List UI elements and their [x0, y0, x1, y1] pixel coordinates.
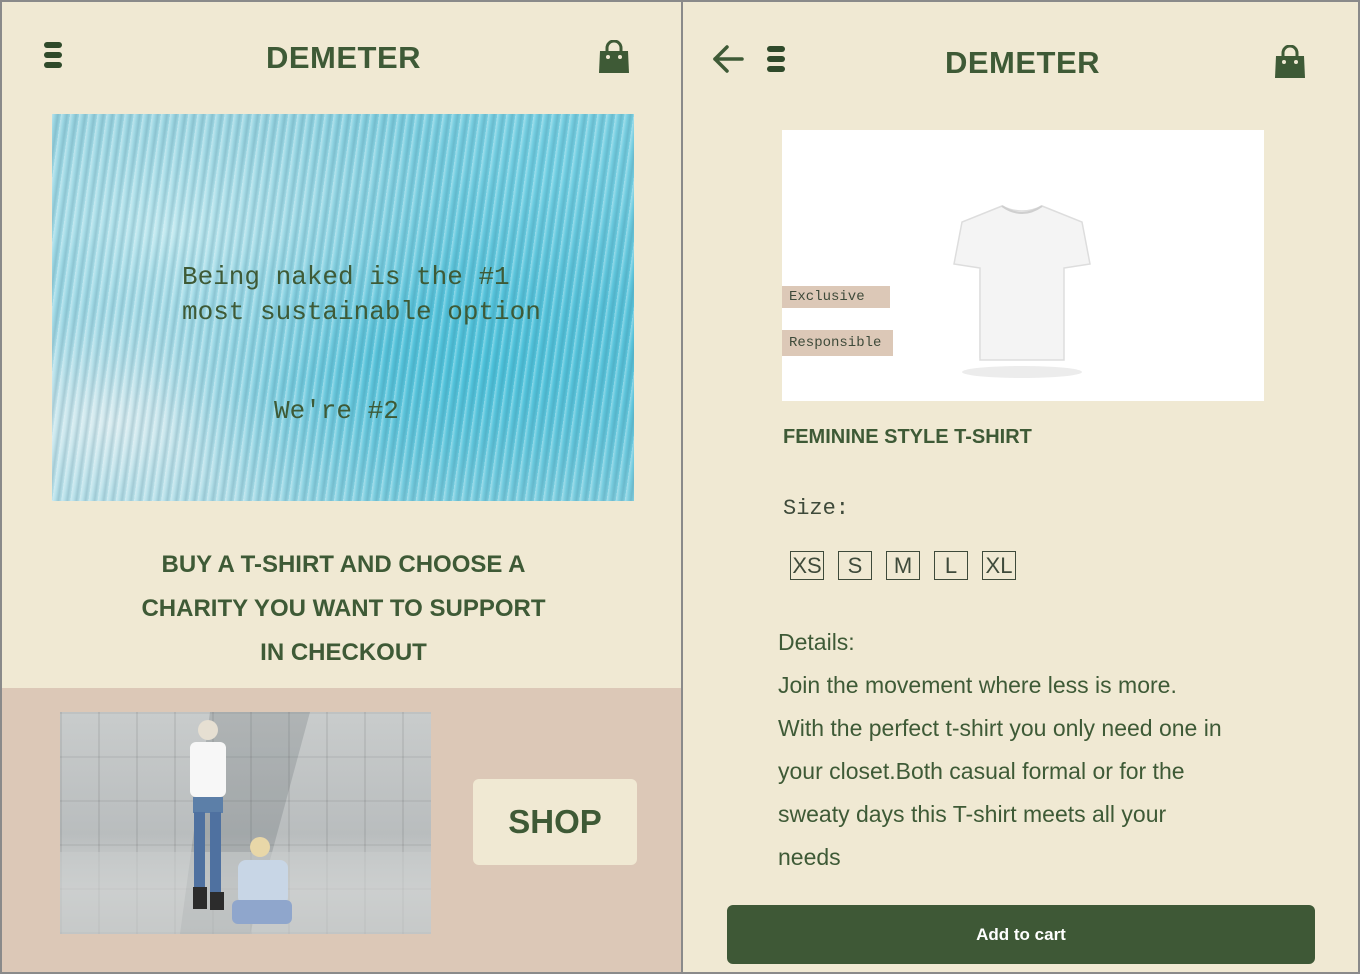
promo-line-3: IN CHECKOUT	[260, 639, 427, 666]
promo-text: BUY A T-SHIRT AND CHOOSE A CHARITY YOU W…	[2, 543, 681, 675]
product-details: Details: Join the movement where less is…	[778, 621, 1298, 879]
product-title: FEMININE STYLE T-SHIRT	[783, 426, 1032, 448]
shop-button[interactable]: SHOP	[473, 779, 637, 865]
hero-text-line-1: Being naked is the #1	[182, 262, 510, 292]
details-heading: Details:	[778, 629, 855, 655]
product-screen: DEMETER Exclusive Responsible FEMININE S…	[681, 0, 1360, 974]
details-line: your closet.Both casual formal or for th…	[778, 758, 1185, 784]
product-image: Exclusive Responsible	[782, 130, 1264, 401]
models-photo	[60, 712, 431, 934]
details-line: With the perfect t-shirt you only need o…	[778, 715, 1222, 741]
hero-text-line-2: most sustainable option	[182, 297, 541, 327]
size-option-xl[interactable]: XL	[982, 551, 1016, 580]
shopping-bag-icon[interactable]	[1274, 45, 1306, 79]
details-line: needs	[778, 844, 841, 870]
hero-banner: Being naked is the #1 most sustainable o…	[52, 114, 634, 501]
size-option-s[interactable]: S	[838, 551, 872, 580]
shopping-bag-icon[interactable]	[598, 40, 630, 74]
details-line: Join the movement where less is more.	[778, 672, 1177, 698]
size-option-l[interactable]: L	[934, 551, 968, 580]
brand-logo[interactable]: DEMETER	[683, 45, 1358, 81]
tag-responsible: Responsible	[782, 330, 893, 356]
promo-line-1: BUY A T-SHIRT AND CHOOSE A	[161, 551, 526, 578]
brand-logo[interactable]: DEMETER	[2, 40, 681, 76]
size-option-m[interactable]: M	[886, 551, 920, 580]
hero-text-line-3: We're #2	[274, 396, 399, 426]
size-selector: XS S M L XL	[790, 551, 1016, 580]
home-screen: DEMETER Being naked is the #1 most susta…	[0, 0, 683, 974]
add-to-cart-button[interactable]: Add to cart	[727, 905, 1315, 964]
models-photo-figures	[60, 712, 431, 934]
tshirt-image	[953, 205, 1091, 378]
details-line: sweaty days this T-shirt meets all your	[778, 801, 1167, 827]
size-option-xs[interactable]: XS	[790, 551, 824, 580]
size-label: Size:	[783, 496, 850, 521]
promo-line-2: CHARITY YOU WANT TO SUPPORT	[141, 595, 546, 622]
tag-exclusive: Exclusive	[782, 286, 890, 308]
